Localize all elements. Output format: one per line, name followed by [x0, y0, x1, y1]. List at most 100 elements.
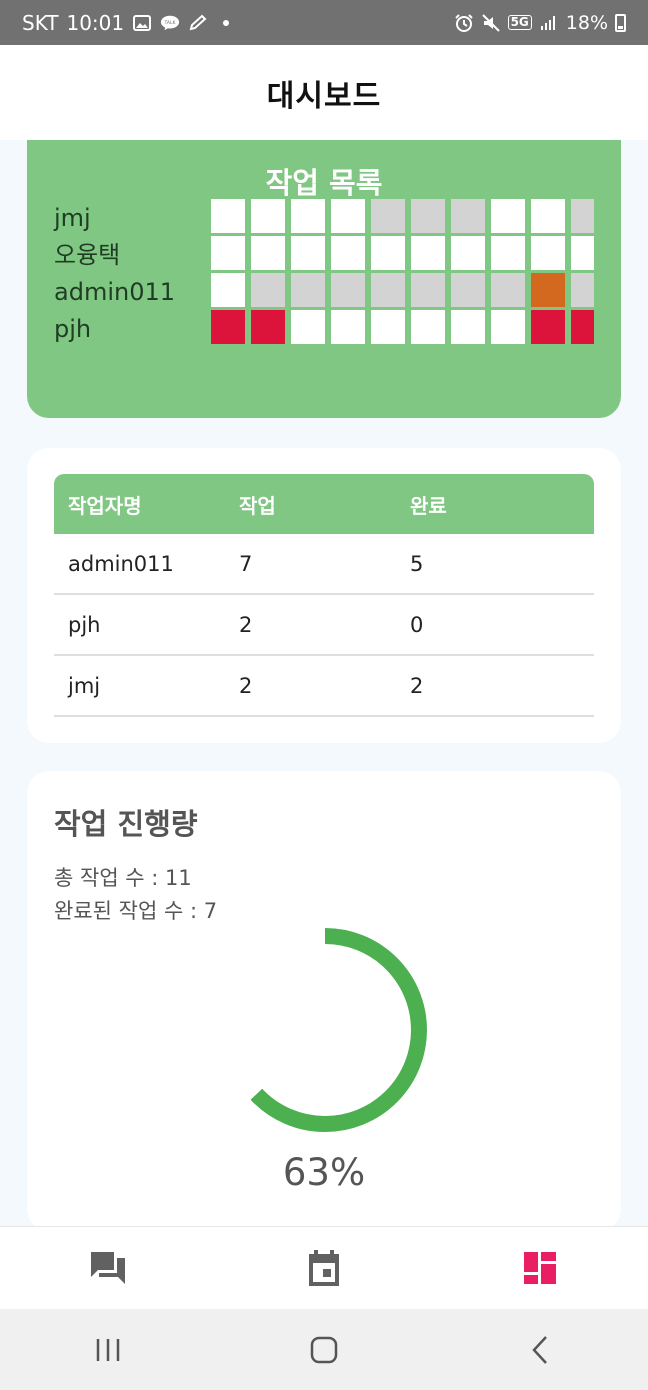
alarm-icon	[454, 13, 474, 32]
home-icon	[310, 1336, 338, 1363]
recent-apps-button[interactable]	[0, 1337, 216, 1363]
task-status-grid	[211, 199, 594, 345]
completed-tasks-label: 완료된 작업 수 : 7	[54, 899, 218, 923]
task-cell[interactable]	[211, 199, 245, 233]
task-cell[interactable]	[371, 236, 405, 270]
task-user-name: 오융택	[54, 241, 121, 269]
task-cell[interactable]	[251, 273, 285, 307]
task-grid-row	[211, 273, 594, 307]
task-cell[interactable]	[411, 199, 445, 233]
kakaotalk-icon: TALK	[160, 14, 180, 32]
task-cell[interactable]	[371, 199, 405, 233]
task-cell[interactable]	[531, 273, 565, 307]
cell-tasks: 7	[239, 551, 253, 576]
cell-worker-name: pjh	[68, 612, 101, 637]
dashboard-content[interactable]: 작업 목록 jmj 오융택 admin011 pjh 작업자명 작업 완료 ad…	[0, 140, 648, 1226]
task-cell[interactable]	[251, 236, 285, 270]
back-icon	[532, 1335, 547, 1364]
task-cell[interactable]	[251, 199, 285, 233]
cell-worker-name: jmj	[68, 673, 101, 698]
network-type: 5G	[507, 15, 532, 30]
pen-icon	[188, 14, 208, 32]
recent-apps-icon	[96, 1338, 120, 1361]
task-cell[interactable]	[251, 310, 285, 344]
task-user-name: admin011	[54, 278, 176, 306]
task-cell[interactable]	[371, 273, 405, 307]
cell-completed: 0	[410, 612, 424, 637]
task-cell[interactable]	[491, 310, 525, 344]
task-cell[interactable]	[571, 236, 594, 270]
gallery-icon	[132, 14, 152, 32]
task-cell[interactable]	[371, 310, 405, 344]
task-cell[interactable]	[331, 199, 365, 233]
clock-label: 10:01	[66, 10, 125, 35]
task-cell[interactable]	[411, 236, 445, 270]
task-grid-row	[211, 310, 594, 344]
task-cell[interactable]	[211, 273, 245, 307]
app-bar: 대시보드	[0, 45, 648, 140]
progress-title: 작업 진행량	[54, 807, 198, 841]
battery-percent: 18%	[565, 11, 608, 34]
task-cell[interactable]	[451, 236, 485, 270]
cell-completed: 5	[410, 551, 424, 576]
task-cell[interactable]	[291, 273, 325, 307]
task-cell[interactable]	[531, 236, 565, 270]
header-completed: 완료	[410, 493, 447, 518]
cell-tasks: 2	[239, 673, 253, 698]
cell-tasks: 2	[239, 612, 253, 637]
task-grid-row	[211, 199, 594, 233]
battery-icon	[615, 13, 626, 32]
carrier-label: SKT	[22, 10, 59, 35]
progress-arc	[223, 928, 427, 1132]
nav-calendar[interactable]	[216, 1227, 432, 1309]
task-cell[interactable]	[211, 310, 245, 344]
task-cell[interactable]	[451, 199, 485, 233]
worker-table-card: 작업자명 작업 완료 admin011 7 5 pjh 2 0 jmj 2 2	[27, 448, 621, 743]
chat-icon	[91, 1252, 125, 1284]
task-cell[interactable]	[491, 236, 525, 270]
task-cell[interactable]	[291, 310, 325, 344]
task-cell[interactable]	[291, 199, 325, 233]
system-nav-bar	[0, 1309, 648, 1390]
task-user-list: jmj 오융택 admin011 pjh	[54, 201, 175, 349]
status-bar: SKT 10:01 TALK 5G 18%	[0, 0, 648, 45]
task-cell[interactable]	[411, 273, 445, 307]
task-cell[interactable]	[491, 273, 525, 307]
nav-chat[interactable]	[0, 1227, 216, 1309]
dot-icon	[216, 14, 236, 32]
home-button[interactable]	[216, 1336, 432, 1364]
progress-percent: 63%	[282, 1151, 366, 1194]
header-tasks: 작업	[239, 493, 276, 518]
task-cell[interactable]	[571, 310, 594, 344]
task-cell[interactable]	[571, 199, 594, 233]
task-cell[interactable]	[491, 199, 525, 233]
task-cell[interactable]	[211, 236, 245, 270]
cell-worker-name: admin011	[68, 551, 174, 576]
nav-dashboard[interactable]	[432, 1227, 648, 1309]
total-tasks-label: 총 작업 수 : 11	[54, 866, 192, 890]
dashboard-icon	[524, 1252, 556, 1284]
table-row[interactable]: jmj 2 2	[54, 656, 594, 717]
task-list-title: 작업 목록	[265, 166, 383, 200]
task-user-name: pjh	[54, 315, 92, 343]
task-cell[interactable]	[571, 273, 594, 307]
task-cell[interactable]	[331, 236, 365, 270]
back-button[interactable]	[432, 1335, 648, 1365]
task-cell[interactable]	[331, 310, 365, 344]
table-row[interactable]: pjh 2 0	[54, 595, 594, 656]
task-list-card: 작업 목록 jmj 오융택 admin011 pjh	[27, 140, 621, 418]
header-worker-name: 작업자명	[68, 493, 142, 518]
task-cell[interactable]	[411, 310, 445, 344]
task-cell[interactable]	[331, 273, 365, 307]
task-grid-row	[211, 236, 594, 270]
task-cell[interactable]	[451, 310, 485, 344]
task-cell[interactable]	[531, 199, 565, 233]
task-cell[interactable]	[451, 273, 485, 307]
mute-icon	[481, 13, 501, 32]
task-cell[interactable]	[291, 236, 325, 270]
worker-table: 작업자명 작업 완료 admin011 7 5 pjh 2 0 jmj 2 2	[54, 474, 594, 717]
task-cell[interactable]	[531, 310, 565, 344]
progress-card: 작업 진행량 총 작업 수 : 11 완료된 작업 수 : 7 63%	[27, 771, 621, 1226]
bottom-nav	[0, 1226, 648, 1309]
table-row[interactable]: admin011 7 5	[54, 534, 594, 595]
